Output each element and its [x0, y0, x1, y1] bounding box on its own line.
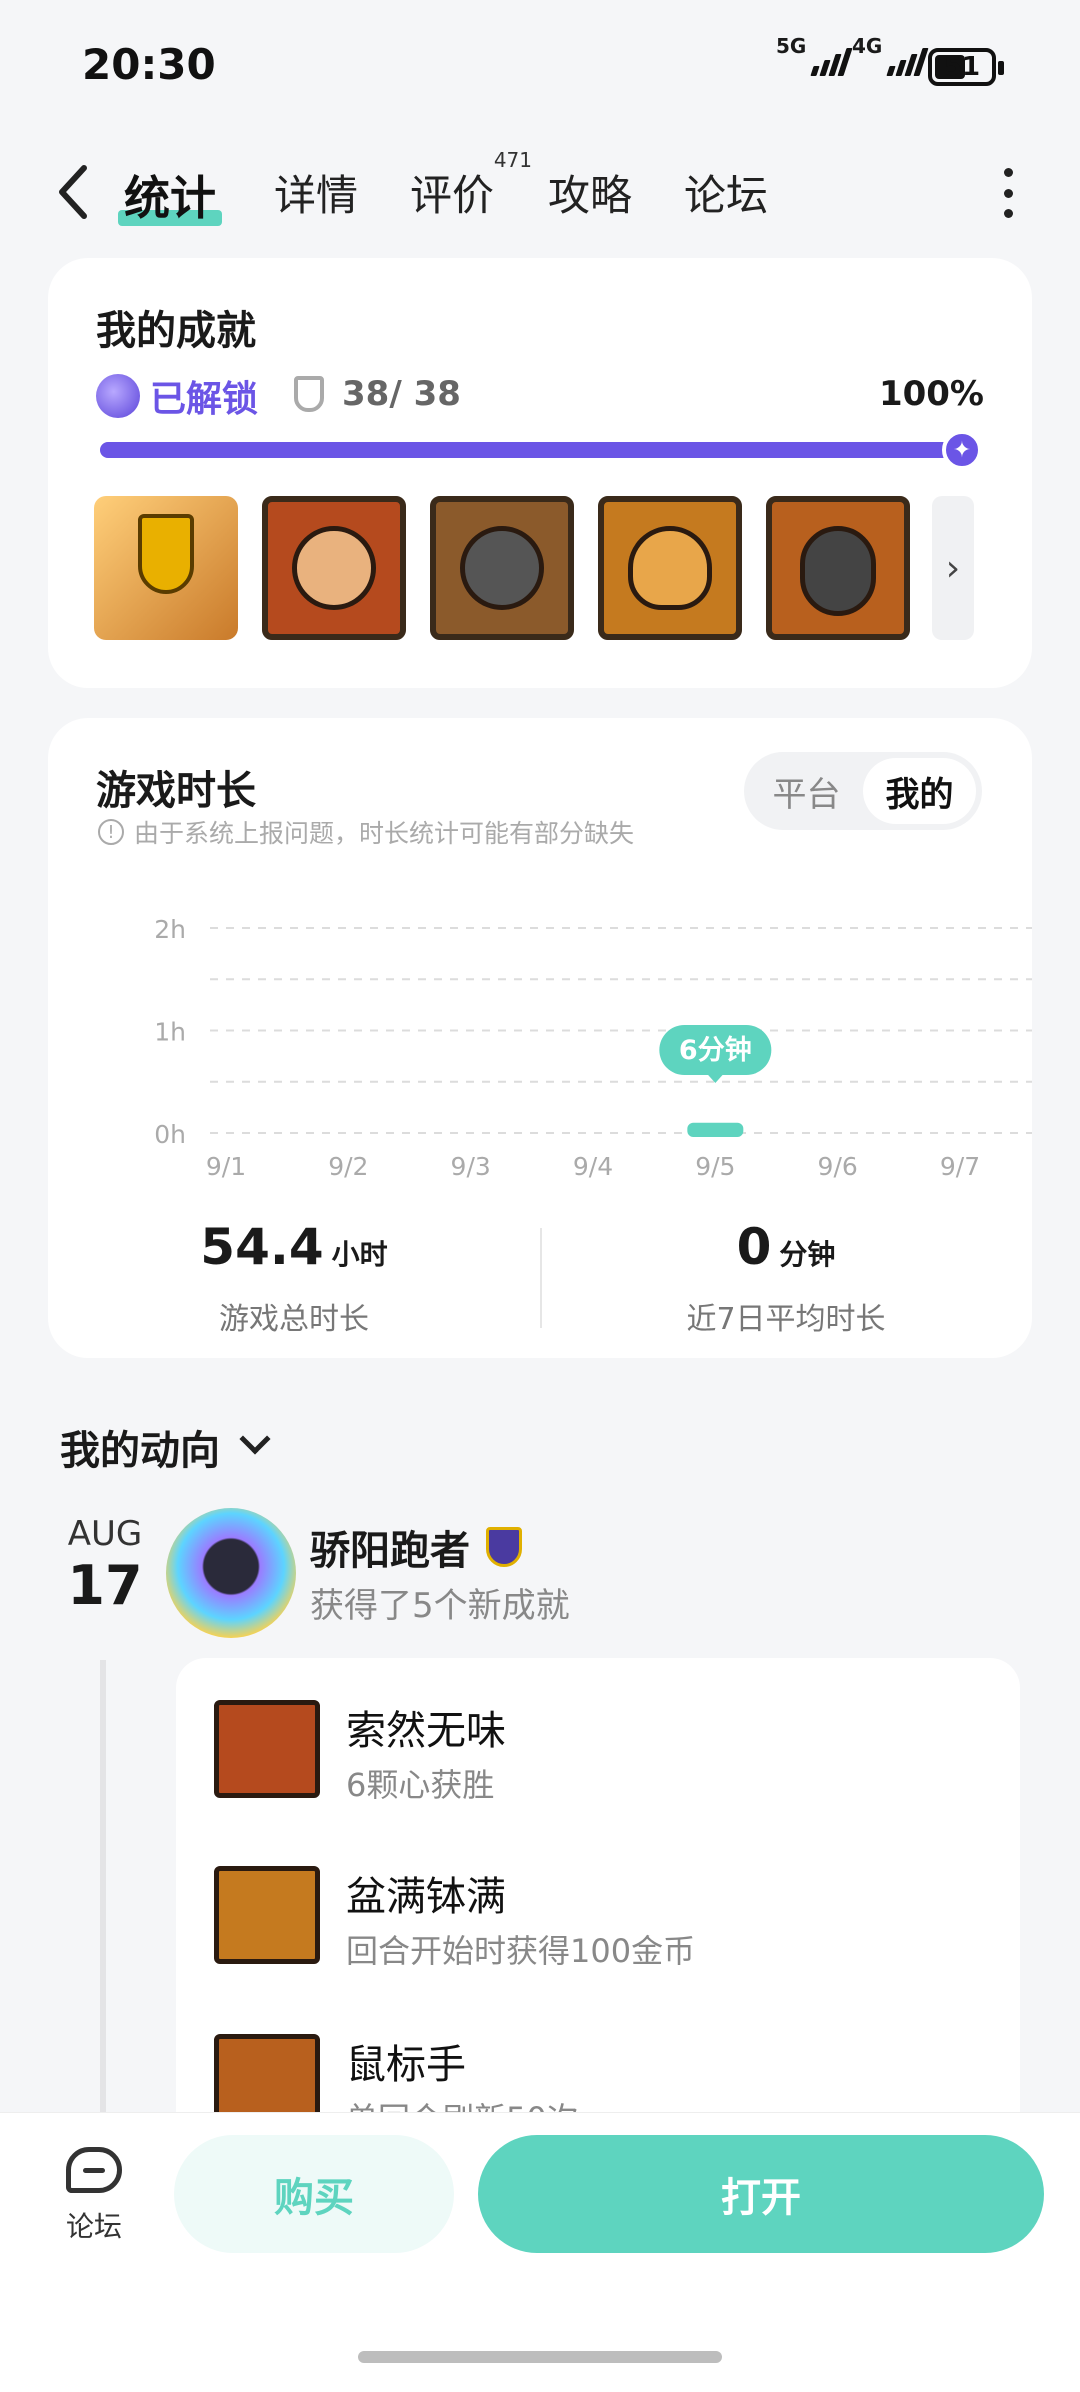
computer-mouse-icon[interactable]	[766, 496, 910, 640]
smiling-face-icon[interactable]	[262, 496, 406, 640]
achievement-progress-bar: ✦	[100, 430, 982, 470]
activity-summary: 获得了5个新成就	[310, 1586, 570, 1626]
chevron-down-icon	[239, 1423, 271, 1455]
timeline-line	[100, 1660, 106, 2120]
clock: 20:30	[82, 40, 216, 89]
forum-button[interactable]: 论坛	[58, 2147, 130, 2245]
y-tick-label: 1h	[154, 1018, 186, 1047]
x-tick-label: 9/4	[573, 1152, 613, 1181]
chat-bubble-icon	[66, 2147, 122, 2193]
achievement-list: 索然无味 6颗心获胜 盆满钵满 回合开始时获得100金币 鼠标手 单回合刷新50…	[176, 1658, 1020, 2138]
two-faces-icon[interactable]	[430, 496, 574, 640]
bottom-action-bar: 论坛 购买 打开	[0, 2112, 1080, 2392]
x-tick-label: 9/5	[695, 1152, 735, 1181]
trophy-icon	[294, 376, 324, 412]
playtime-note: ! 由于系统上报问题，时长统计可能有部分缺失	[98, 814, 634, 850]
chevron-right-icon[interactable]: ›	[932, 496, 974, 640]
playtime-title: 游戏时长	[96, 768, 256, 814]
info-icon: !	[98, 819, 124, 845]
toggle-platform[interactable]: 平台	[750, 758, 863, 824]
avg-playtime-caption: 近7日平均时长	[686, 1302, 886, 1337]
playtime-card: 游戏时长 ! 由于系统上报问题，时长统计可能有部分缺失 平台 我的 0h 1h 2h…	[48, 718, 1032, 1358]
top-nav: 统计 详情 评价 471 攻略 论坛	[0, 140, 1080, 250]
shield-badge-icon	[486, 1527, 522, 1567]
total-playtime-unit: 小时	[331, 1238, 388, 1271]
signal-5g-icon: 5G	[776, 34, 853, 76]
open-button[interactable]: 打开	[478, 2135, 1044, 2253]
achievement-thumbnails	[94, 496, 910, 640]
gold-ingot-icon	[214, 1866, 320, 1964]
playtime-summary: 54.4 小时 游戏总时长 0 分钟 近7日平均时长	[48, 1218, 1032, 1338]
x-tick-label: 9/2	[328, 1152, 368, 1181]
more-menu-icon[interactable]	[1000, 168, 1016, 218]
status-bar: 20:30 5G 4G 51	[0, 0, 1080, 130]
activity-header[interactable]: 我的动向	[60, 1418, 271, 1476]
user-name: 骄阳跑者	[310, 1518, 522, 1576]
x-tick-label: 9/1	[206, 1152, 246, 1181]
chart-tooltip-label: 6分钟	[679, 1035, 752, 1066]
signal-4g-icon: 4G	[852, 34, 929, 76]
list-item[interactable]: 索然无味 6颗心获胜	[214, 1698, 994, 1808]
x-tick-label: 9/3	[451, 1152, 491, 1181]
x-tick-label: 9/7	[940, 1152, 980, 1181]
chart-bar	[687, 1122, 744, 1137]
tab-guides[interactable]: 攻略	[548, 162, 632, 223]
achievements-title: 我的成就	[96, 308, 256, 354]
playtime-chart: 0h 1h 2h 9/1 9/2 9/3 9/4 9/5 9/6 9/7 6分钟	[154, 915, 1032, 1181]
back-arrow-icon[interactable]	[50, 162, 98, 222]
trophy-cup-icon[interactable]	[94, 496, 238, 640]
buy-button[interactable]: 购买	[174, 2135, 454, 2253]
tab-details[interactable]: 详情	[274, 162, 358, 223]
x-tick-label: 9/6	[818, 1152, 858, 1181]
smiling-face-icon	[214, 1700, 320, 1798]
tab-forum[interactable]: 论坛	[684, 162, 768, 223]
globe-icon	[96, 374, 140, 418]
sparkle-icon: ✦	[942, 430, 982, 470]
review-count-badge: 471	[493, 148, 533, 172]
list-item[interactable]: 盆满钵满 回合开始时获得100金币	[214, 1864, 994, 1974]
battery-icon: 51	[928, 48, 1004, 86]
gold-ingot-icon[interactable]	[598, 496, 742, 640]
activity-date: AUG 17	[67, 1514, 143, 1617]
unlocked-status: 已解锁	[96, 370, 258, 422]
platform-toggle: 平台 我的	[744, 752, 982, 830]
battery-level: 51	[943, 52, 981, 82]
achievement-percent: 100%	[878, 374, 984, 414]
home-indicator[interactable]	[358, 2351, 722, 2363]
avg-playtime-value: 0	[736, 1218, 772, 1276]
achievement-count: 38/ 38	[294, 374, 461, 414]
toggle-mine[interactable]: 我的	[863, 758, 976, 824]
avatar[interactable]	[166, 1508, 296, 1638]
total-playtime-value: 54.4	[200, 1218, 324, 1276]
total-playtime-caption: 游戏总时长	[219, 1302, 369, 1337]
tab-reviews[interactable]: 评价 471	[410, 148, 532, 223]
y-tick-label: 0h	[154, 1120, 186, 1149]
y-tick-label: 2h	[154, 915, 186, 944]
avg-playtime-unit: 分钟	[779, 1238, 836, 1271]
tab-stats[interactable]: 统计	[118, 162, 222, 228]
achievements-card: 我的成就 已解锁 38/ 38 100% ✦ ›	[48, 258, 1032, 688]
